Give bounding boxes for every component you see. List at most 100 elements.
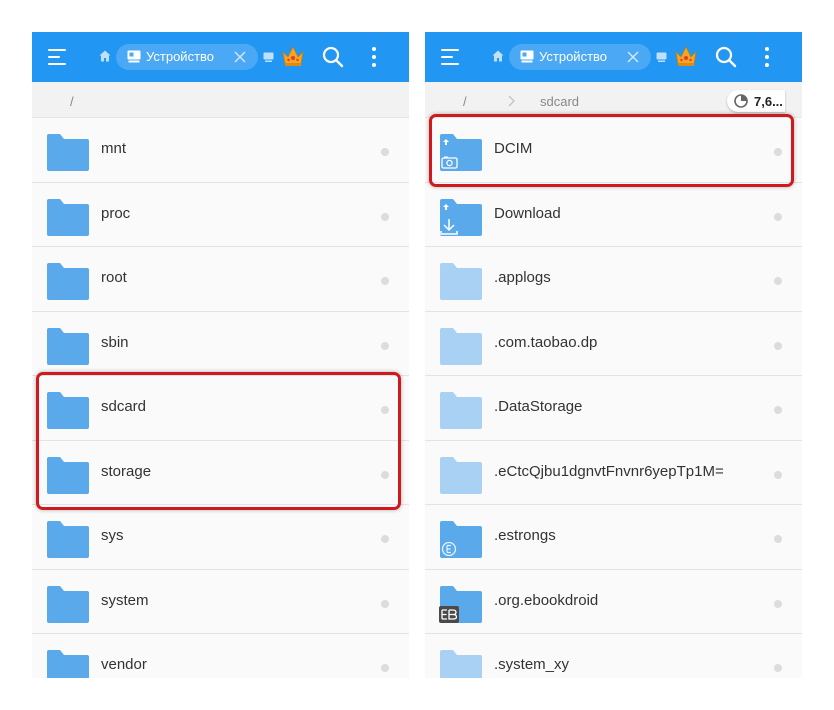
close-icon[interactable] [627, 51, 639, 63]
folder-icon [47, 392, 89, 429]
select-dot-icon[interactable] [381, 148, 389, 156]
breadcrumb: / sdcard 7,6... [425, 82, 802, 118]
select-dot-icon[interactable] [774, 470, 782, 479]
file-list: mnt proc root sbin sdcard storage sys system ven… [32, 118, 409, 678]
more-vert-icon[interactable] [764, 45, 770, 69]
crown-icon[interactable] [674, 45, 698, 67]
select-dot-icon[interactable] [774, 277, 782, 285]
file-name: .eCtcQjbu1dgnvtFnvnr6yepTp1M= [494, 462, 724, 480]
select-dot-icon[interactable] [381, 341, 389, 350]
file-name: Download [494, 204, 561, 222]
window-switch-icon[interactable] [656, 52, 667, 62]
list-item[interactable]: proc [32, 182, 409, 247]
breadcrumb-root[interactable]: / [70, 94, 74, 109]
select-dot-icon[interactable] [381, 599, 389, 608]
storage-badge[interactable]: 7,6... [727, 90, 785, 112]
window-icon [127, 50, 141, 63]
hamburger-icon[interactable] [441, 49, 461, 65]
folder-icon [47, 327, 89, 365]
home-icon[interactable] [492, 50, 504, 62]
tab-label: Устройство [539, 49, 608, 64]
folder-icon [440, 456, 482, 494]
list-item[interactable]: .eCtcQjbu1dgnvtFnvnr6yepTp1M= [425, 440, 802, 505]
file-name: root [101, 269, 127, 286]
folder-icon [47, 134, 89, 171]
home-icon[interactable] [99, 50, 111, 62]
file-name: .com.taobao.dp [494, 333, 598, 351]
device-tab[interactable]: Устройство [509, 44, 651, 70]
folder-es-icon [440, 521, 482, 558]
list-item[interactable]: sbin [32, 311, 409, 376]
crown-icon[interactable] [281, 45, 305, 67]
storage-free-text: 7,6... [754, 94, 783, 109]
folder-icon [47, 263, 89, 300]
list-item[interactable]: .applogs [425, 247, 802, 312]
folder-icon [440, 327, 482, 365]
select-dot-icon[interactable] [774, 599, 782, 608]
file-name: .estrongs [494, 527, 556, 544]
list-item[interactable]: vendor [32, 634, 409, 678]
select-dot-icon[interactable] [381, 277, 389, 285]
breadcrumb-item-sdcard[interactable]: sdcard [540, 94, 579, 109]
breadcrumb: / [32, 82, 409, 118]
device-tab[interactable]: Устройство [116, 44, 258, 70]
list-item[interactable]: .estrongs [425, 505, 802, 570]
list-item[interactable]: sdcard [32, 376, 409, 441]
search-icon[interactable] [322, 46, 344, 68]
file-name: DCIM [494, 140, 533, 157]
toolbar: Устройство [32, 32, 409, 82]
folder-icon [440, 263, 482, 300]
hamburger-icon[interactable] [48, 49, 68, 65]
chevron-right-icon [508, 95, 515, 107]
breadcrumb-root[interactable]: / [463, 94, 467, 109]
select-dot-icon[interactable] [774, 148, 782, 156]
folder-icon [47, 521, 89, 558]
window-switch-icon[interactable] [263, 52, 274, 62]
list-item[interactable]: .com.taobao.dp [425, 311, 802, 376]
folder-icon [440, 392, 482, 429]
file-name: mnt [101, 140, 127, 157]
select-dot-icon[interactable] [381, 470, 389, 479]
select-dot-icon[interactable] [774, 535, 782, 543]
file-name: system [101, 591, 149, 609]
file-name: vendor [101, 656, 147, 673]
more-vert-icon[interactable] [371, 45, 377, 69]
select-dot-icon[interactable] [381, 664, 389, 672]
folder-icon [47, 456, 89, 494]
list-item[interactable]: root [32, 247, 409, 312]
file-name: sys [101, 527, 124, 544]
list-item[interactable]: system [32, 569, 409, 634]
folder-camera-icon [440, 134, 482, 171]
select-dot-icon[interactable] [381, 212, 389, 221]
window-icon [520, 50, 534, 63]
list-item[interactable]: .DataStorage [425, 376, 802, 441]
list-item[interactable]: .system_xy [425, 634, 802, 678]
list-item[interactable]: mnt [32, 118, 409, 183]
list-item[interactable]: .org.ebookdroid [425, 569, 802, 634]
file-name: .DataStorage [494, 398, 583, 415]
pie-chart-icon [734, 94, 748, 108]
search-icon[interactable] [715, 46, 737, 68]
select-dot-icon[interactable] [774, 664, 782, 672]
file-name: sdcard [101, 398, 147, 415]
list-item[interactable]: sys [32, 505, 409, 570]
select-dot-icon[interactable] [381, 406, 389, 414]
folder-icon [47, 650, 89, 678]
list-item[interactable]: Download [425, 182, 802, 247]
folder-download-icon [440, 198, 482, 236]
select-dot-icon[interactable] [774, 406, 782, 414]
close-icon[interactable] [234, 51, 246, 63]
toolbar: Устройство [425, 32, 802, 82]
file-name: storage [101, 462, 152, 480]
select-dot-icon[interactable] [774, 341, 782, 350]
list-item[interactable]: DCIM [425, 118, 802, 183]
select-dot-icon[interactable] [774, 212, 782, 221]
file-list: DCIM Download .applogs .com.taobao.dp .DataS… [425, 118, 802, 678]
tab-label: Устройство [146, 49, 215, 64]
select-dot-icon[interactable] [381, 535, 389, 543]
list-item[interactable]: storage [32, 440, 409, 505]
file-name: .system_xy [494, 656, 570, 673]
file-name: proc [101, 204, 131, 222]
folder-icon [440, 650, 482, 678]
file-name: .applogs [494, 269, 551, 286]
